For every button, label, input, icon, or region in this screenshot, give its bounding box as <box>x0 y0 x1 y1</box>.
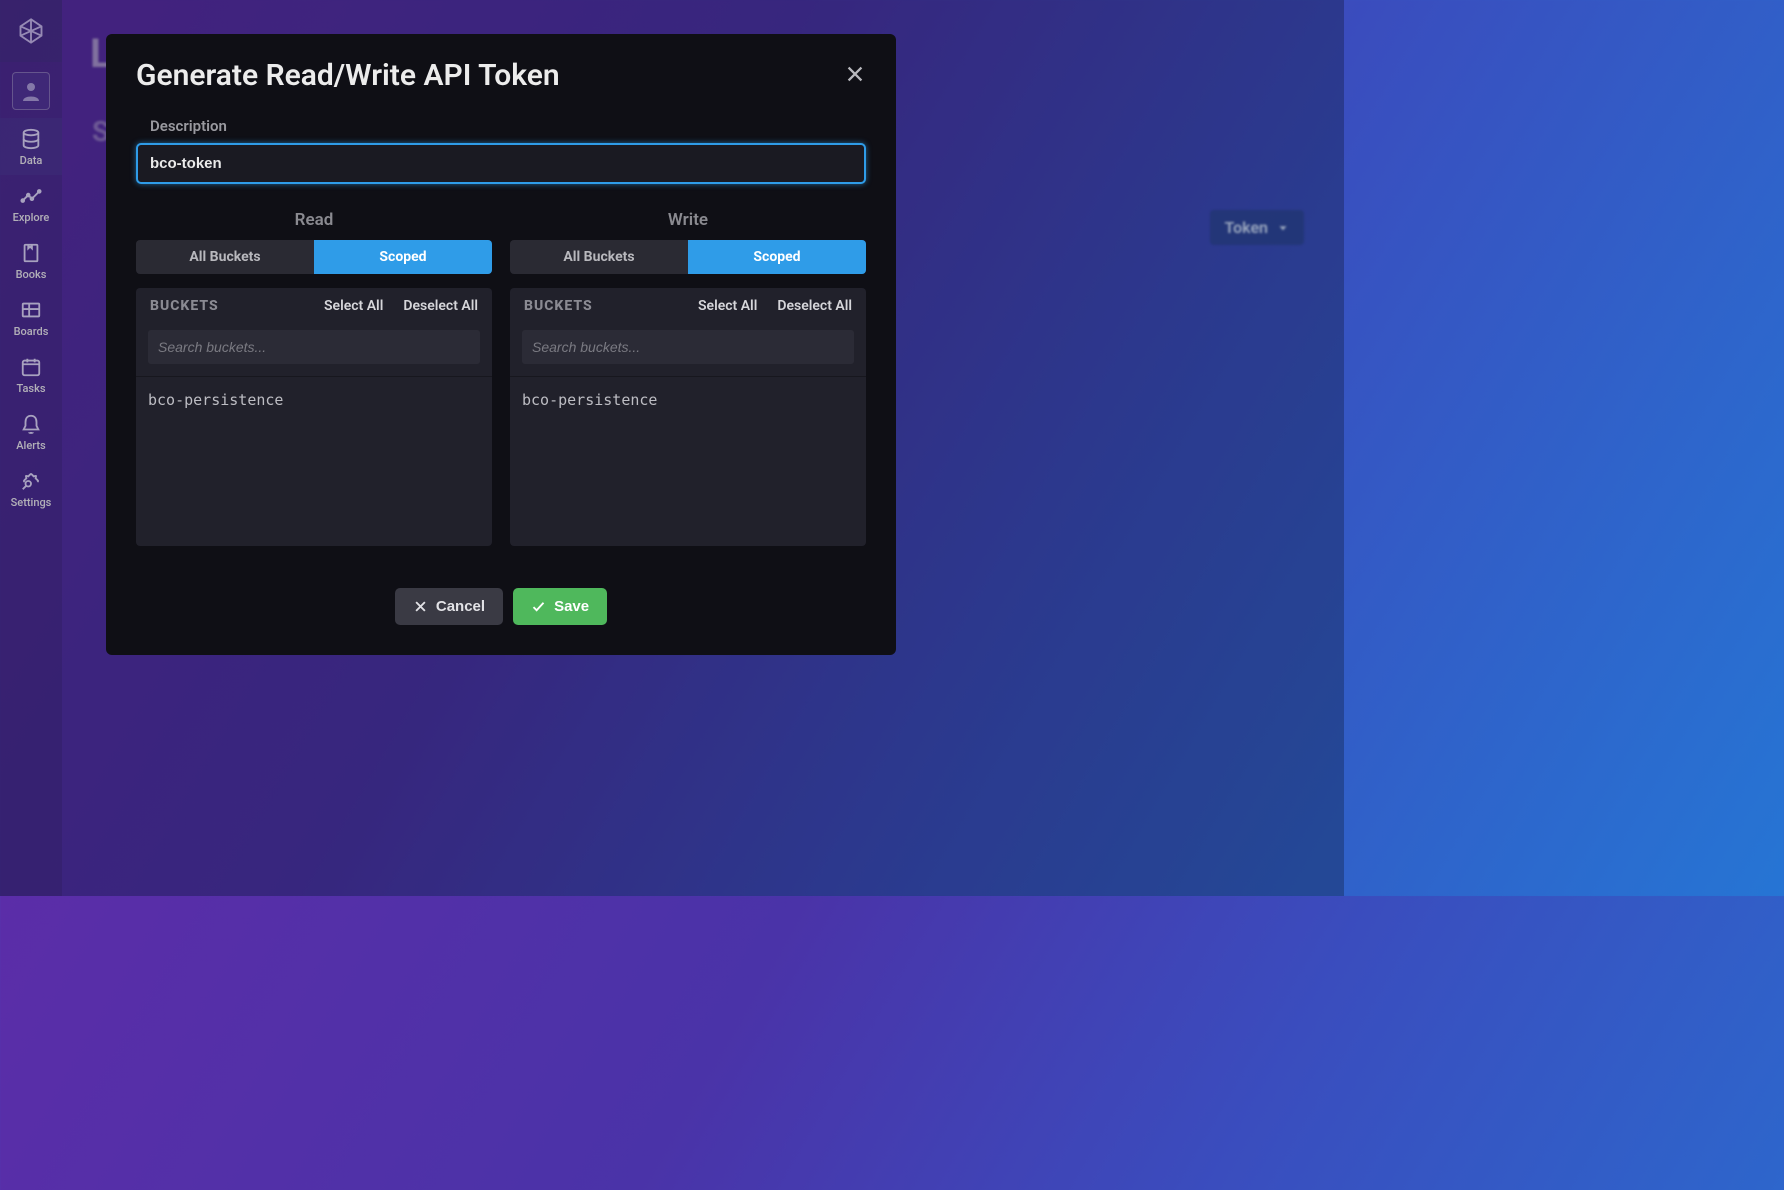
write-scoped-button[interactable]: Scoped <box>688 240 866 274</box>
bucket-header: BUCKETS Select All Deselect All <box>136 288 492 324</box>
generate-token-modal: Generate Read/Write API Token Descriptio… <box>106 34 896 655</box>
save-button[interactable]: Save <box>513 588 607 625</box>
read-all-buckets-button[interactable]: All Buckets <box>136 240 314 274</box>
bucket-item[interactable]: bco-persistence <box>522 387 854 413</box>
permission-columns: Read All Buckets Scoped BUCKETS Select A… <box>136 210 866 546</box>
read-scoped-button[interactable]: Scoped <box>314 240 492 274</box>
bucket-title: BUCKETS <box>524 298 593 314</box>
write-select-all-link[interactable]: Select All <box>698 298 757 314</box>
bucket-search-wrap <box>510 324 866 377</box>
bucket-actions: Select All Deselect All <box>698 298 852 314</box>
read-bucket-list: bco-persistence <box>136 377 492 546</box>
write-bucket-list: bco-persistence <box>510 377 866 546</box>
cancel-button-label: Cancel <box>436 598 485 615</box>
description-label: Description <box>136 117 866 135</box>
write-bucket-search-input[interactable] <box>522 330 854 364</box>
x-icon <box>413 599 428 614</box>
bucket-header: BUCKETS Select All Deselect All <box>510 288 866 324</box>
write-title: Write <box>510 210 866 230</box>
description-input[interactable] <box>136 143 866 184</box>
bucket-title: BUCKETS <box>150 298 219 314</box>
save-button-label: Save <box>554 598 589 615</box>
read-select-all-link[interactable]: Select All <box>324 298 383 314</box>
read-scope-segmented: All Buckets Scoped <box>136 240 492 274</box>
modal-header: Generate Read/Write API Token <box>136 58 866 93</box>
modal-title: Generate Read/Write API Token <box>136 58 560 93</box>
read-bucket-search-input[interactable] <box>148 330 480 364</box>
close-button[interactable] <box>844 63 866 89</box>
write-deselect-all-link[interactable]: Deselect All <box>777 298 852 314</box>
write-bucket-panel: BUCKETS Select All Deselect All bco-pers… <box>510 288 866 546</box>
bucket-search-wrap <box>136 324 492 377</box>
read-bucket-panel: BUCKETS Select All Deselect All bco-pers… <box>136 288 492 546</box>
read-title: Read <box>136 210 492 230</box>
write-all-buckets-button[interactable]: All Buckets <box>510 240 688 274</box>
cancel-button[interactable]: Cancel <box>395 588 503 625</box>
close-icon <box>844 63 866 85</box>
bucket-item[interactable]: bco-persistence <box>148 387 480 413</box>
write-scope-segmented: All Buckets Scoped <box>510 240 866 274</box>
read-deselect-all-link[interactable]: Deselect All <box>403 298 478 314</box>
check-icon <box>531 599 546 614</box>
write-column: Write All Buckets Scoped BUCKETS Select … <box>510 210 866 546</box>
bucket-actions: Select All Deselect All <box>324 298 478 314</box>
modal-footer: Cancel Save <box>136 588 866 625</box>
read-column: Read All Buckets Scoped BUCKETS Select A… <box>136 210 492 546</box>
